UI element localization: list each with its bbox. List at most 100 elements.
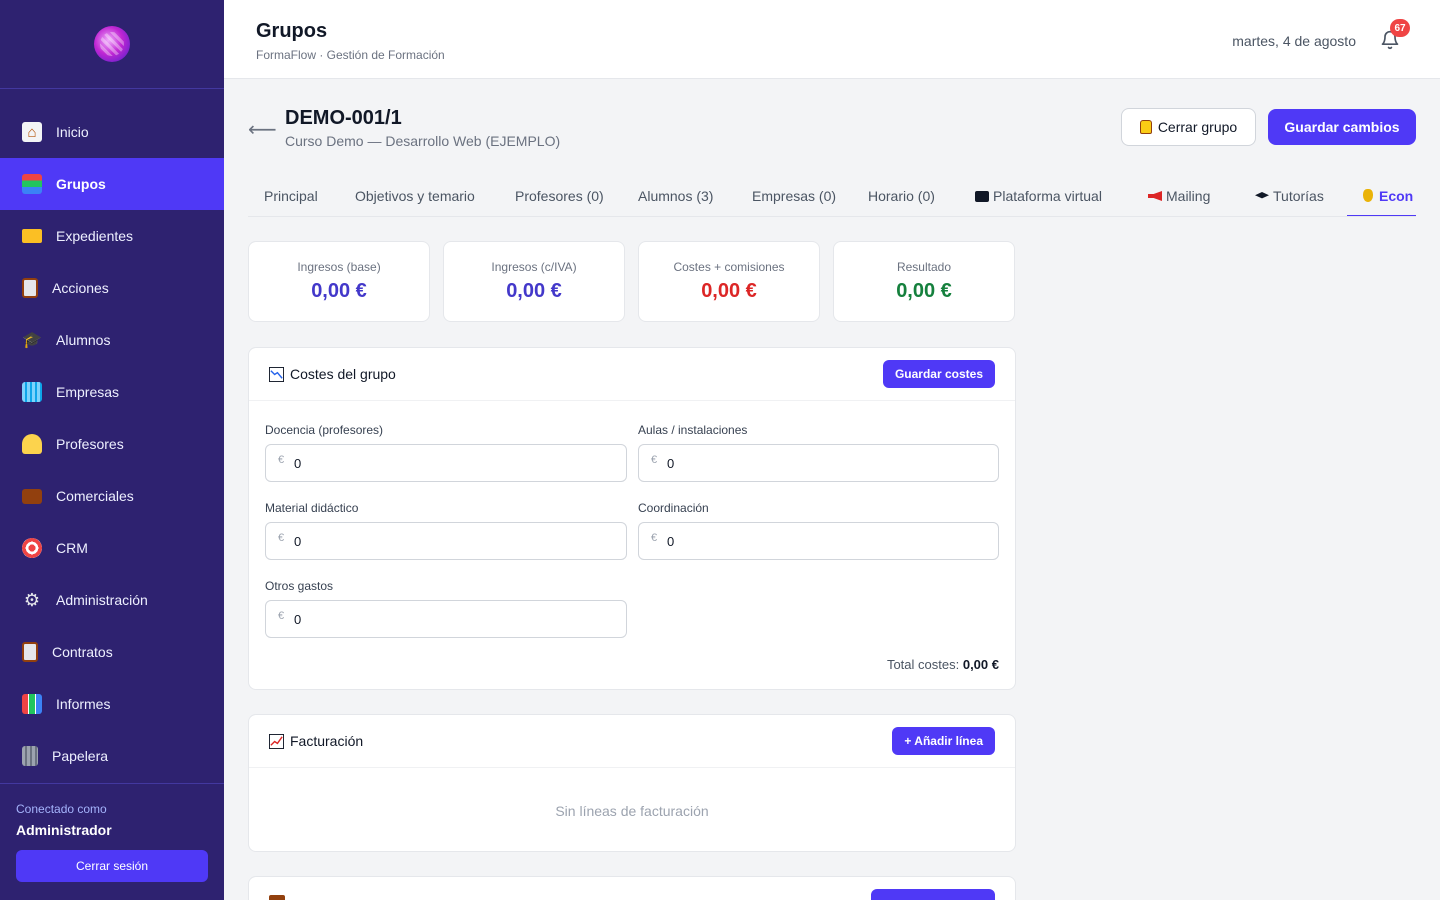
briefcase-icon xyxy=(22,488,42,504)
chart-down-icon xyxy=(269,366,284,382)
add-commission-button[interactable] xyxy=(871,889,995,900)
tab-tutorias[interactable]: Tutorías xyxy=(1255,180,1324,216)
stat-label: Resultado xyxy=(896,260,952,274)
stat-value: 0,00 € xyxy=(506,280,562,302)
otros-gastos-input[interactable] xyxy=(294,601,614,637)
sidebar-item-expedientes[interactable]: Expedientes xyxy=(0,210,224,262)
sidebar-item-label: Acciones xyxy=(52,280,109,296)
sidebar-item-alumnos[interactable]: 🎓 Alumnos xyxy=(0,314,224,366)
lock-icon xyxy=(1139,120,1152,134)
coordinacion-input[interactable] xyxy=(667,523,987,559)
group-code: DEMO-001/1 xyxy=(285,107,402,129)
tab-label: Objetivos y temario xyxy=(355,188,475,204)
chart-up-icon xyxy=(269,733,284,749)
stat-card-ingresos-base: Ingresos (base) 0,00 € xyxy=(248,241,430,322)
tab-horario[interactable]: Horario (0) xyxy=(868,180,935,216)
folder-icon xyxy=(22,229,42,243)
field-label-docencia: Docencia (profesores) xyxy=(265,423,384,437)
top-bar: Grupos FormaFlow · Gestión de Formación … xyxy=(224,0,1440,79)
tab-label: Mailing xyxy=(1166,188,1211,204)
trash-icon xyxy=(22,746,38,766)
euro-prefix: € xyxy=(278,454,285,466)
connected-as-label: Conectado como xyxy=(16,802,107,816)
euro-prefix: € xyxy=(651,532,658,544)
material-input[interactable] xyxy=(294,523,614,559)
sidebar-item-crm[interactable]: CRM xyxy=(0,522,224,574)
aulas-field[interactable]: € xyxy=(638,444,999,482)
sidebar-item-label: Papelera xyxy=(52,748,109,764)
main-content: ⟵ DEMO-001/1 Curso Demo — Desarrollo Web… xyxy=(248,79,1416,900)
sidebar-item-label: Contratos xyxy=(52,644,113,660)
tab-plataforma-virtual[interactable]: Plataforma virtual xyxy=(975,180,1102,216)
tab-objetivos-temario[interactable]: Objetivos y temario xyxy=(355,180,475,216)
clipboard-icon xyxy=(22,642,38,662)
docencia-input[interactable] xyxy=(294,445,614,481)
disco-ball-logo[interactable] xyxy=(94,26,130,62)
tab-mailing[interactable]: Mailing xyxy=(1148,180,1211,216)
billing-empty-state: Sin líneas de facturación xyxy=(555,803,709,819)
coordinacion-field[interactable]: € xyxy=(638,522,999,560)
bar-chart-icon xyxy=(22,694,42,714)
field-label-otros: Otros gastos xyxy=(265,579,334,593)
tab-label: Profesores (0) xyxy=(515,188,604,204)
total-costs-value: 0,00 € xyxy=(962,657,999,672)
costs-card-header: Costes del grupo Guardar costes xyxy=(249,348,1015,401)
tab-label: Principal xyxy=(264,188,318,204)
back-arrow-icon[interactable]: ⟵ xyxy=(248,117,277,142)
tab-label: Empresas (0) xyxy=(752,188,837,204)
save-costs-button[interactable]: Guardar costes xyxy=(882,360,995,388)
sidebar-item-empresas[interactable]: Empresas xyxy=(0,366,224,418)
logo-area xyxy=(0,0,224,89)
sidebar-item-grupos[interactable]: ▤ Grupos xyxy=(0,158,224,210)
logout-button[interactable]: Cerrar sesión xyxy=(16,850,208,882)
tab-profesores[interactable]: Profesores (0) xyxy=(515,180,604,216)
page-title: Grupos xyxy=(256,20,328,42)
sidebar-footer: Conectado como Administrador Cerrar sesi… xyxy=(0,783,224,882)
briefcase-icon xyxy=(269,895,285,900)
home-icon: ⌂ xyxy=(22,122,42,142)
sidebar-item-contratos[interactable]: Contratos xyxy=(0,626,224,678)
money-bag-icon xyxy=(1363,189,1373,202)
graduation-cap-icon: 🎓 xyxy=(22,332,42,349)
sidebar-item-label: Alumnos xyxy=(56,332,111,348)
next-section-card xyxy=(248,876,1016,900)
sidebar-item-label: Inicio xyxy=(56,124,89,140)
sidebar-item-profesores[interactable]: Profesores xyxy=(0,418,224,470)
billing-title-label: Facturación xyxy=(290,733,364,749)
sidebar-item-acciones[interactable]: Acciones xyxy=(0,262,224,314)
add-line-button[interactable]: + Añadir línea xyxy=(892,727,995,755)
otros-gastos-field[interactable]: € xyxy=(265,600,627,638)
megaphone-icon xyxy=(1148,191,1162,201)
sidebar-item-label: Informes xyxy=(56,696,111,712)
costs-title: Costes del grupo xyxy=(269,366,396,382)
target-icon xyxy=(22,538,42,558)
save-changes-button[interactable]: Guardar cambios xyxy=(1268,109,1416,145)
tab-label: Econ xyxy=(1379,188,1414,204)
sidebar-item-inicio[interactable]: ⌂ Inicio xyxy=(0,106,224,158)
euro-prefix: € xyxy=(278,610,285,622)
sidebar-item-label: Empresas xyxy=(56,384,120,400)
sidebar-item-administracion[interactable]: ⚙ Administración xyxy=(0,574,224,626)
total-costs: Total costes: 0,00 € xyxy=(887,657,999,672)
group-tabs: Principal Objetivos y temario Profesores… xyxy=(248,180,1416,217)
current-date: martes, 4 de agosto xyxy=(1232,33,1356,49)
stat-value: 0,00 € xyxy=(701,280,757,302)
tab-empresas[interactable]: Empresas (0) xyxy=(752,180,837,216)
tab-alumnos[interactable]: Alumnos (3) xyxy=(638,180,713,216)
sidebar-item-label: Administración xyxy=(56,592,148,608)
sidebar: ⌂ Inicio ▤ Grupos Expedientes Acciones 🎓… xyxy=(0,0,224,900)
field-label-aulas: Aulas / instalaciones xyxy=(638,423,748,437)
close-group-button[interactable]: Cerrar grupo xyxy=(1121,108,1256,146)
tab-principal[interactable]: Principal xyxy=(264,180,318,216)
docencia-field[interactable]: € xyxy=(265,444,627,482)
sidebar-item-informes[interactable]: Informes xyxy=(0,678,224,730)
sidebar-item-comerciales[interactable]: Comerciales xyxy=(0,470,224,522)
material-field[interactable]: € xyxy=(265,522,627,560)
aulas-input[interactable] xyxy=(667,445,987,481)
clipboard-icon xyxy=(22,278,38,298)
sidebar-item-papelera[interactable]: Papelera xyxy=(0,730,224,782)
costs-title-label: Costes del grupo xyxy=(290,366,396,382)
notification-badge: 67 xyxy=(1390,19,1410,37)
graduation-cap-icon xyxy=(1255,192,1269,199)
tab-economico[interactable]: Econ xyxy=(1347,180,1416,216)
